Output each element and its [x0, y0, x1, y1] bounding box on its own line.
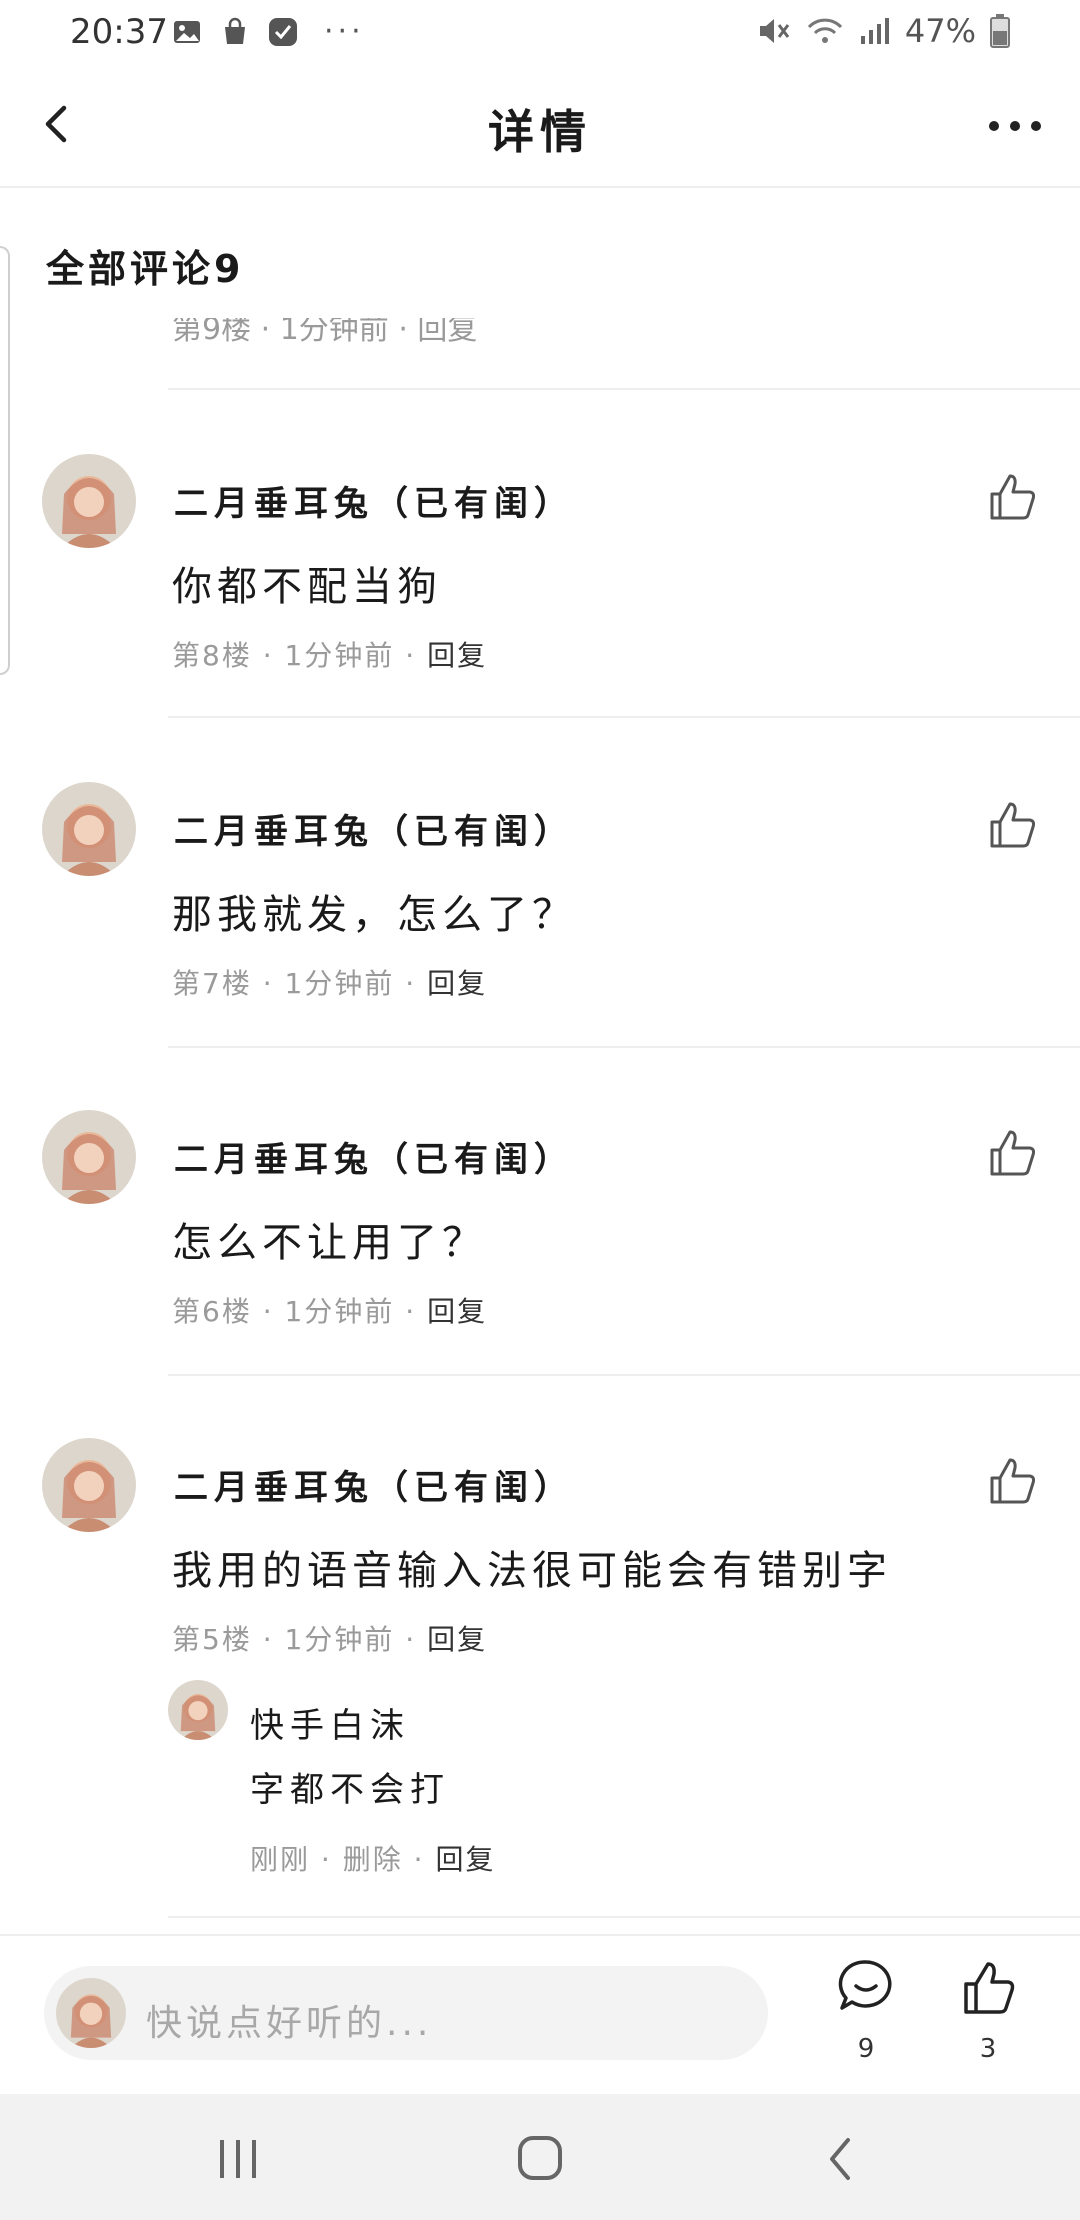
comment-meta: 第7楼 · 1分钟前 · 回复	[172, 962, 487, 1002]
thumbs-up-icon	[964, 1962, 1015, 2014]
thumbs-up-icon	[990, 802, 1036, 848]
comment-time: 1分钟前	[284, 639, 395, 672]
reply-button[interactable]: 回复	[427, 1295, 487, 1328]
reply-button[interactable]: 回复	[427, 967, 487, 1000]
like-button[interactable]	[988, 800, 1038, 850]
floor-number: 第7楼	[172, 967, 252, 1000]
system-back-button[interactable]	[812, 2132, 872, 2186]
meta-separator: ·	[394, 1295, 428, 1328]
divider	[168, 1374, 1080, 1376]
system-nav-bar	[0, 2094, 1080, 2220]
comment-text: 你都不配当狗	[172, 564, 442, 610]
commenter-name[interactable]: 二月垂耳兔（已有闺）	[174, 1460, 574, 1509]
like-button[interactable]	[988, 1456, 1038, 1506]
bag-icon	[225, 17, 245, 44]
reply-button[interactable]: 回复	[427, 639, 487, 672]
comment-bubble-icon	[838, 1960, 892, 2010]
side-drawer-handle[interactable]	[0, 246, 10, 675]
reply-text: 字都不会打	[250, 1770, 450, 1810]
battery-percent: 47%	[904, 12, 976, 50]
divider	[168, 388, 1080, 390]
partial-meta-text: 第9楼 · 1分钟前 · 回复	[172, 318, 478, 344]
signal-icon	[860, 18, 889, 44]
meta-separator: ·	[251, 967, 285, 1000]
avatar[interactable]	[42, 782, 136, 876]
more-options-button[interactable]	[980, 96, 1050, 156]
image-icon	[174, 20, 200, 43]
comments-section-title: 全部评论9	[46, 247, 245, 291]
comment-time: 1分钟前	[284, 1623, 395, 1656]
home-icon	[518, 2136, 562, 2180]
comments-button[interactable]: 9	[826, 1956, 906, 2076]
comment-text: 我用的语音输入法很可能会有错别字	[172, 1548, 892, 1594]
recent-apps-button[interactable]	[208, 2132, 268, 2186]
delete-button[interactable]: 删除	[343, 1843, 403, 1876]
commenter-name[interactable]: 二月垂耳兔（已有闺）	[174, 804, 574, 853]
comment-time: 1分钟前	[284, 967, 395, 1000]
meta-separator: ·	[251, 1623, 285, 1656]
divider	[168, 1046, 1080, 1048]
comment-text: 怎么不让用了？	[172, 1220, 487, 1266]
like-post-button[interactable]: 3	[948, 1956, 1028, 2076]
avatar[interactable]	[168, 1680, 228, 1740]
like-button[interactable]	[988, 1128, 1038, 1178]
comment-time: 1分钟前	[284, 1295, 395, 1328]
reply-button[interactable]: 回复	[427, 1623, 487, 1656]
wifi-icon	[807, 18, 842, 43]
mute-icon	[759, 19, 790, 43]
floor-number: 第6楼	[172, 1295, 252, 1328]
status-right-icons: 47%	[757, 12, 1010, 50]
thumbs-up-icon	[990, 474, 1036, 520]
page-title: 详情	[488, 105, 592, 159]
commenter-name[interactable]: 二月垂耳兔（已有闺）	[174, 1132, 574, 1181]
divider	[168, 1916, 1080, 1918]
meta-separator: ·	[251, 1295, 285, 1328]
comment-input-placeholder: 快说点好听的...	[146, 2003, 433, 2044]
reply-button[interactable]: 回复	[435, 1843, 495, 1876]
meta-separator: ·	[394, 639, 428, 672]
like-count: 3	[979, 2034, 997, 2064]
avatar[interactable]	[42, 454, 136, 548]
comment-input[interactable]: 快说点好听的...	[44, 1966, 768, 2060]
reply-author-name[interactable]: 快手白沫	[250, 1698, 410, 1747]
chevron-left-icon	[830, 2138, 850, 2180]
home-button[interactable]	[510, 2132, 570, 2186]
recent-apps-icon	[220, 2140, 256, 2178]
reply-time: 刚刚	[250, 1843, 311, 1876]
avatar	[56, 1978, 126, 2048]
more-dots-icon: ···	[324, 14, 365, 49]
status-time: 20:37	[70, 12, 168, 52]
status-left-icons: ···	[172, 14, 365, 49]
more-dots-icon	[989, 121, 1041, 131]
comment-meta: 第6楼 · 1分钟前 · 回复	[172, 1290, 487, 1330]
divider	[168, 716, 1080, 718]
thumbs-up-icon	[990, 1130, 1036, 1176]
floor-number: 第8楼	[172, 639, 252, 672]
meta-separator: ·	[251, 639, 285, 672]
top-app-bar: 详情	[0, 66, 1080, 188]
thumbs-up-icon	[990, 1458, 1036, 1504]
meta-separator: ·	[310, 1843, 343, 1876]
meta-separator: ·	[394, 1623, 428, 1656]
avatar[interactable]	[42, 1438, 136, 1532]
comment-text: 那我就发，怎么了？	[172, 892, 577, 938]
comment-input-bar: 快说点好听的... 9 3	[0, 1934, 1080, 2096]
partial-comment-meta: 第9楼 · 1分钟前 · 回复	[172, 318, 532, 344]
like-button[interactable]	[988, 472, 1038, 522]
meta-separator: ·	[402, 1843, 436, 1876]
battery-icon	[990, 14, 1010, 48]
comment-meta: 第5楼 · 1分钟前 · 回复	[172, 1618, 487, 1658]
commenter-name[interactable]: 二月垂耳兔（已有闺）	[174, 476, 574, 525]
comment-meta: 第8楼 · 1分钟前 · 回复	[172, 634, 487, 674]
meta-separator: ·	[394, 967, 428, 1000]
avatar[interactable]	[42, 1110, 136, 1204]
reply-meta: 刚刚 · 删除 · 回复	[250, 1838, 495, 1878]
comment-count: 9	[857, 2034, 875, 2064]
floor-number: 第5楼	[172, 1623, 252, 1656]
status-bar: 20:37 ··· 47%	[0, 0, 1080, 66]
check-app-icon	[269, 17, 297, 46]
